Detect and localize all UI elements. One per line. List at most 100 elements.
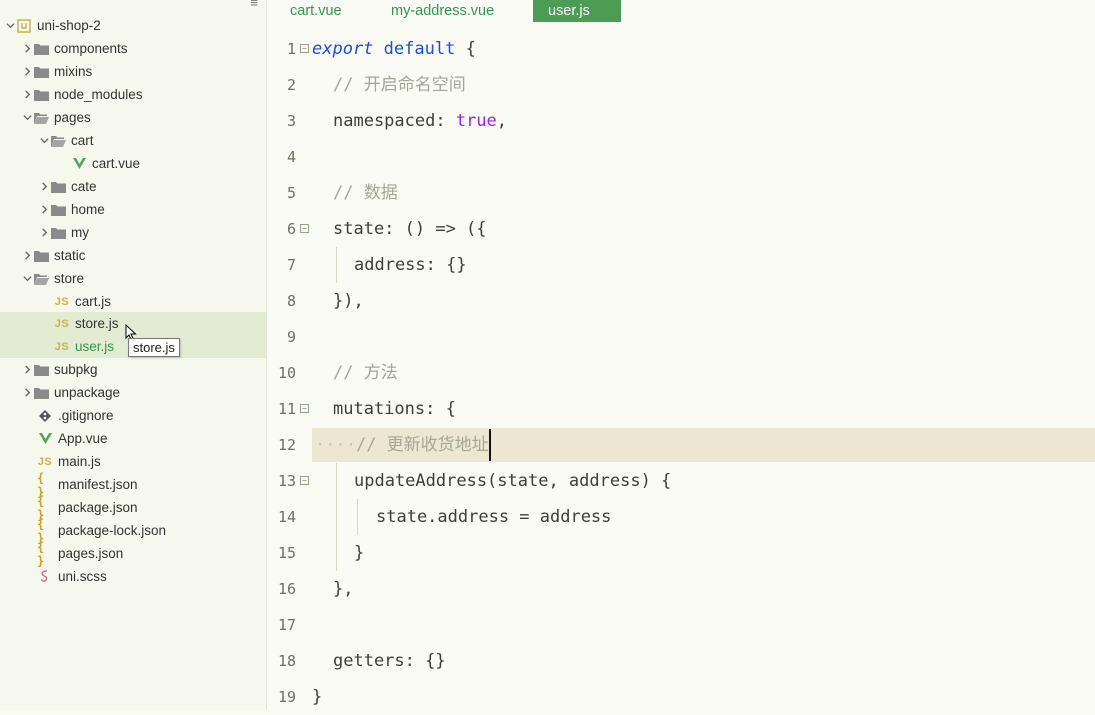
folder-icon [33,363,49,377]
tab-my-address-vue[interactable]: my-address.vue [376,0,509,22]
code-text: namespaced: true, [333,103,507,139]
fold-icon[interactable]: − [300,44,309,53]
indent-guide [336,499,337,535]
folder-open-icon [33,111,49,125]
code-line[interactable]: 16 }, [267,571,1095,607]
tree-item-unpackage[interactable]: unpackage [0,381,266,404]
tree-item-cart-folder[interactable]: cart [0,129,266,152]
code-text: getters: {} [333,651,446,671]
js-file-icon: JS [37,455,53,468]
punctuation: , [496,111,508,131]
code-line[interactable]: 17 [267,607,1095,643]
tree-item-pages[interactable]: pages [0,106,266,129]
chevron-right-icon[interactable] [21,251,33,260]
tree-label: node_modules [54,87,143,102]
tree-root-uni-shop-2[interactable]: uni-shop-2 [0,14,266,37]
code-text: // 数据 [333,175,398,211]
folder-icon [33,249,49,263]
code-line[interactable]: 7 address: {} [267,247,1095,283]
chevron-right-icon[interactable] [38,205,50,214]
tree-item-pages-json[interactable]: { } pages.json [0,539,266,568]
code-line[interactable]: 13 − updateAddress(state, address) { [267,463,1095,499]
code-line[interactable]: 15 } [267,535,1095,571]
json-file-icon: { } [37,539,45,568]
vue-icon [37,432,53,446]
tree-label: pages [54,110,91,125]
tab-cart-vue[interactable]: cart.vue [275,0,357,22]
code-line[interactable]: 11 − mutations: { [267,391,1095,427]
tree-item-my[interactable]: my [0,221,266,244]
tree-label: subpkg [54,362,98,377]
chevron-right-icon[interactable] [38,228,50,237]
code-line[interactable]: 8 }), [267,283,1095,319]
line-number: 17 [277,616,296,634]
code-text: state: () => ({ [333,219,487,239]
tree-item-static[interactable]: static [0,244,266,267]
tree-item-cate[interactable]: cate [0,175,266,198]
code-line[interactable]: 5 // 数据 [267,175,1095,211]
code-line[interactable]: 9 [267,319,1095,355]
tree-label: store.js [75,316,119,331]
chevron-right-icon[interactable] [21,388,33,397]
tree-item-mixins[interactable]: mixins [0,60,266,83]
tree-item-home[interactable]: home [0,198,266,221]
chevron-right-icon[interactable] [38,182,50,191]
line-number: 2 [286,76,296,94]
tree-label: home [71,202,105,217]
chevron-down-icon[interactable] [21,113,33,122]
tree-label: cart [71,133,94,148]
hamburger-menu-icon[interactable]: ≡ [250,0,258,10]
chevron-right-icon[interactable] [21,67,33,76]
whitespace-dots: ···· [315,435,356,455]
tree-label: .gitignore [58,408,114,423]
code-line[interactable]: 10 // 方法 [267,355,1095,391]
tree-item-uni-scss[interactable]: uni.scss [0,565,266,588]
folder-icon [33,42,49,56]
code-text: // 方法 [333,355,398,391]
fold-icon[interactable]: − [300,476,309,485]
chevron-right-icon[interactable] [21,365,33,374]
code-line[interactable]: 1 − export default { [267,31,1095,67]
tree-item-gitignore[interactable]: .gitignore [0,404,266,427]
comment: // 开启命名空间 [333,75,466,95]
line-number: 7 [286,256,296,274]
comment: // 方法 [333,363,398,383]
chevron-down-icon[interactable] [38,136,50,145]
code-line[interactable]: 2 // 开启命名空间 [267,67,1095,103]
line-number: 18 [277,652,296,670]
line-number: 15 [277,544,296,562]
tree-item-node-modules[interactable]: node_modules [0,83,266,106]
tab-user-js[interactable]: user.js [533,0,621,22]
chevron-right-icon[interactable] [21,90,33,99]
folder-icon [33,65,49,79]
tree-item-components[interactable]: components [0,37,266,60]
punctuation: { [455,39,476,59]
tooltip: store.js [128,338,180,357]
indent-guide [336,247,337,283]
tree-item-app-vue[interactable]: App.vue [0,427,266,450]
chevron-down-icon[interactable] [21,274,33,283]
tree-label: cate [71,179,97,194]
tree-label: components [54,41,128,56]
tree-item-subpkg[interactable]: subpkg [0,358,266,381]
fold-icon[interactable]: − [300,224,309,233]
code-line[interactable]: 6 − state: () => ({ [267,211,1095,247]
tree-label: my [71,225,89,240]
scss-file-icon [37,570,53,584]
code-line[interactable]: 18 getters: {} [267,643,1095,679]
current-code-line[interactable]: 12 ····// 更新收货地址 [267,427,1095,463]
chevron-right-icon[interactable] [21,44,33,53]
code-line[interactable]: 14 state.address = address [267,499,1095,535]
fold-icon[interactable]: − [300,404,309,413]
js-file-icon: JS [54,340,70,353]
tree-label: package.json [58,500,138,515]
tree-item-cart-js[interactable]: JS cart.js [0,290,266,313]
chevron-down-icon[interactable] [4,21,16,30]
code-editor[interactable]: 1 − export default { 2 // 开启命名空间 3 names… [267,22,1095,710]
tree-item-cart-vue[interactable]: cart.vue [0,152,266,175]
line-number: 9 [286,328,296,346]
code-line[interactable]: 3 namespaced: true, [267,103,1095,139]
code-line[interactable]: 4 [267,139,1095,175]
editor-tab-bar: cart.vue my-address.vue user.js [267,0,1095,22]
tree-item-store[interactable]: store [0,267,266,290]
